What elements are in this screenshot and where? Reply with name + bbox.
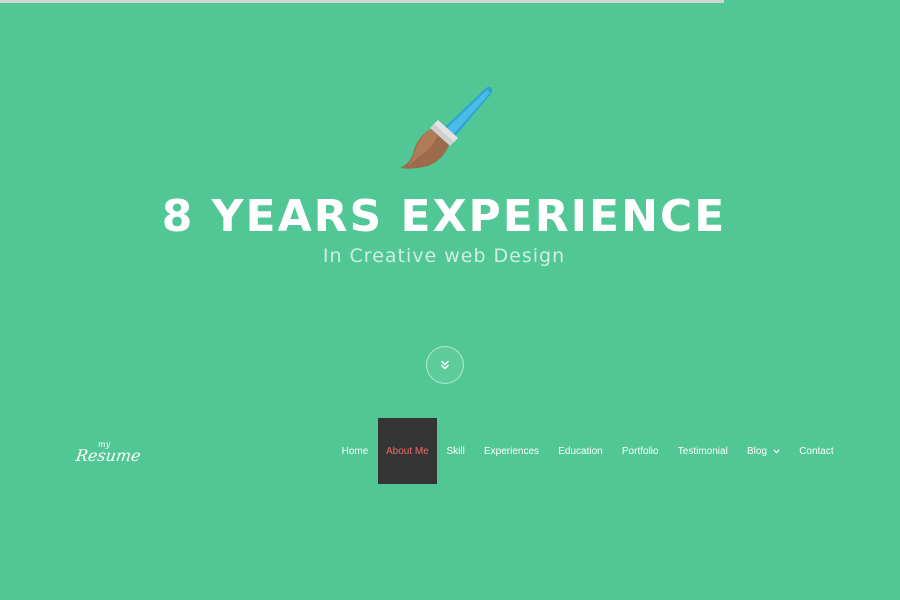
nav-label: Blog — [746, 445, 767, 457]
nav-item-blog[interactable]: Blog — [737, 418, 789, 484]
nav-label: Contact — [799, 445, 834, 457]
hero-subtitle: In Creative web Design — [322, 245, 566, 267]
nav-item-contact[interactable]: Contact — [790, 418, 844, 484]
paint-brush-icon — [400, 86, 493, 169]
hero-title: 8 YEARS EXPERIENCE — [161, 191, 727, 242]
logo[interactable]: my Resume — [74, 438, 143, 466]
top-strip — [0, 0, 724, 3]
nav-menu: Home About Me Skill Experiences Educatio… — [332, 418, 843, 484]
double-chevron-down-icon — [441, 360, 449, 370]
nav-label: Home — [341, 445, 369, 457]
nav-item-education[interactable]: Education — [549, 418, 613, 484]
nav-item-about-me[interactable]: About Me — [377, 418, 437, 484]
nav-label: About Me — [385, 445, 429, 457]
nav-label: Experiences — [484, 445, 540, 457]
navbar: my Resume Home About Me Skill Experience… — [0, 418, 900, 484]
nav-item-home[interactable]: Home — [332, 418, 378, 484]
scroll-down-button[interactable] — [426, 346, 464, 384]
nav-item-skill[interactable]: Skill — [437, 418, 475, 484]
nav-item-portfolio[interactable]: Portfolio — [612, 418, 668, 484]
nav-item-testimonial[interactable]: Testimonial — [668, 418, 737, 484]
nav-label: Testimonial — [677, 445, 728, 457]
nav-label: Skill — [446, 445, 465, 457]
logo-main-text: Resume — [74, 446, 143, 465]
nav-item-experiences[interactable]: Experiences — [474, 418, 548, 484]
chevron-down-icon — [773, 448, 780, 454]
nav-label: Portfolio — [621, 445, 659, 457]
nav-label: Education — [558, 445, 603, 457]
